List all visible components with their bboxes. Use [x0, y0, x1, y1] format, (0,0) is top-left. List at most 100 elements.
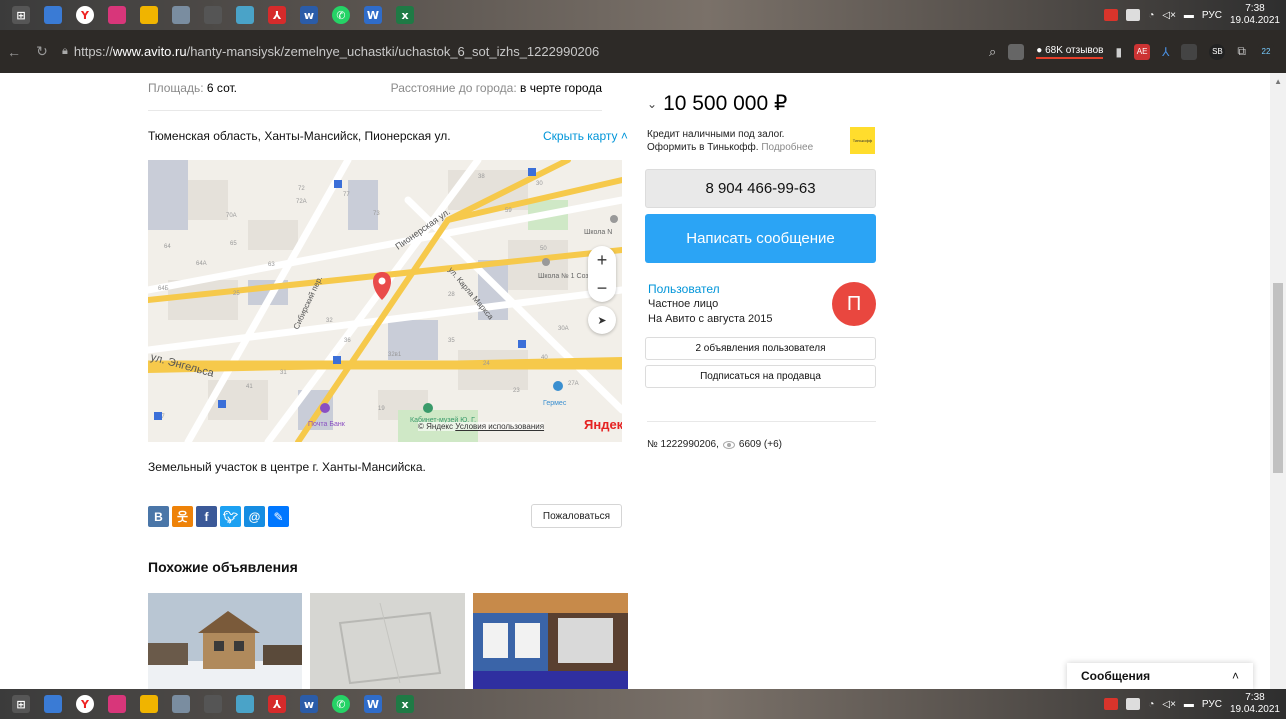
search-icon[interactable]: ⌕ [989, 44, 996, 60]
acrobat-icon[interactable]: ⅄ [268, 695, 286, 713]
ok-share-button[interactable]: 웃 [172, 506, 193, 527]
app-icon[interactable] [108, 6, 126, 24]
divider [148, 110, 602, 111]
file-explorer-icon[interactable] [140, 6, 158, 24]
whatsapp-icon[interactable]: ✆ [332, 695, 350, 713]
antivirus-icon[interactable] [1104, 9, 1119, 21]
tinkoff-logo[interactable]: Тинькофф [850, 127, 875, 154]
credit-more-link[interactable]: Подробнее [761, 142, 813, 153]
wifi-icon[interactable]: ◔ [1148, 699, 1154, 710]
desktop-icon[interactable] [44, 6, 62, 24]
lock-icon[interactable]: 🔒︎ [62, 45, 68, 58]
acrobat-icon[interactable]: ⅄ [268, 6, 286, 24]
keyboard-icon[interactable] [204, 6, 222, 24]
notepad-icon[interactable] [236, 695, 254, 713]
avatar[interactable]: П [832, 282, 876, 326]
user-ads-button[interactable]: 2 объявления пользователя [645, 337, 876, 360]
address-bar[interactable]: https://www.avito.ru/hanty-mansiysk/zeme… [74, 44, 599, 59]
keyboard-icon[interactable] [204, 695, 222, 713]
geolocation-button[interactable]: ➤ [588, 306, 616, 334]
twitter-share-button[interactable]: 🐦︎ [220, 506, 241, 527]
excel-icon[interactable]: x [396, 6, 414, 24]
complain-button[interactable]: Пожаловаться [531, 504, 622, 528]
map[interactable]: Пионерская ул. ул. Карла Маркса Сибирски… [148, 160, 622, 442]
livejournal-share-button[interactable]: ✎ [268, 506, 289, 527]
language-indicator[interactable]: РУС [1202, 699, 1222, 710]
acrobat-ext-icon[interactable]: ⅄ [1162, 45, 1169, 59]
desktop-icon[interactable] [44, 695, 62, 713]
scroll-up-icon[interactable]: ▲ [1274, 77, 1282, 86]
taskbar-icons: ⊞ Y ⅄ w ✆ W x [0, 695, 414, 713]
back-icon[interactable]: ← [0, 44, 28, 60]
excel-icon[interactable]: x [396, 695, 414, 713]
messages-panel[interactable]: Сообщения ˄ [1067, 663, 1253, 689]
start-icon[interactable]: ⊞ [12, 695, 30, 713]
paint-icon[interactable] [172, 6, 190, 24]
write-message-button[interactable]: Написать сообщение [645, 214, 876, 263]
show-phone-button[interactable]: 8 904 466-99-63 [645, 169, 876, 208]
chevron-up-icon[interactable]: ˄ [1232, 669, 1239, 683]
credit-offer[interactable]: Кредит наличными под залог. Оформить в Т… [647, 128, 813, 154]
volume-icon[interactable]: ◁× [1162, 699, 1176, 710]
distance-label: Расстояние до города: [390, 81, 517, 95]
adblock-icon[interactable]: AE [1134, 43, 1151, 60]
similar-listing-thumb[interactable] [310, 593, 465, 689]
downloads-icon[interactable]: 22 [1258, 43, 1274, 60]
system-tray: ◔ ◁× ▬ РУС 7:38 19.04.2021 [1104, 3, 1286, 27]
volume-icon[interactable]: ◁× [1162, 10, 1176, 21]
battery-icon[interactable]: ▬ [1184, 10, 1194, 21]
word-icon[interactable]: w [300, 695, 318, 713]
clock[interactable]: 7:38 19.04.2021 [1230, 3, 1280, 27]
reload-icon[interactable]: ↻ [28, 43, 56, 60]
downloads-badge: 22 [1261, 47, 1271, 56]
file-explorer-icon[interactable] [140, 695, 158, 713]
sb-ext-icon[interactable]: SB [1209, 43, 1226, 60]
address: Тюменская область, Ханты-Мансийск, Пионе… [148, 129, 451, 143]
subscribe-button[interactable]: Подписаться на продавца [645, 365, 876, 388]
similar-listing-thumb[interactable] [148, 593, 302, 689]
whatsapp-icon[interactable]: ✆ [332, 6, 350, 24]
similar-listing-thumb[interactable] [473, 593, 628, 689]
bookmark-icon[interactable]: ▮ [1115, 45, 1122, 59]
yandex-browser-icon[interactable]: Y [76, 6, 94, 24]
url-prefix: https:// [73, 44, 113, 59]
zoom-in-button[interactable]: + [597, 250, 608, 271]
map-canvas[interactable]: Пионерская ул. ул. Карла Маркса Сибирски… [148, 160, 622, 442]
notes-icon[interactable] [1126, 9, 1141, 21]
language-indicator[interactable]: РУС [1202, 10, 1222, 21]
scrollbar-thumb[interactable] [1273, 283, 1283, 473]
hide-map-link[interactable]: Скрыть карту ˄ [543, 129, 628, 143]
reviews-button[interactable]: ● 68K отзывов [1036, 45, 1104, 59]
clock[interactable]: 7:38 19.04.2021 [1230, 692, 1280, 716]
house-number: 41 [246, 384, 253, 390]
house-number: 31 [280, 370, 287, 376]
facebook-share-button[interactable]: f [196, 506, 217, 527]
clock-date: 19.04.2021 [1229, 704, 1280, 715]
extension-icon[interactable] [1008, 43, 1025, 60]
paint-icon[interactable] [172, 695, 190, 713]
house-number: 50 [540, 246, 547, 252]
chevron-down-icon[interactable]: ⌄ [647, 97, 657, 111]
antivirus-icon[interactable] [1104, 698, 1119, 710]
terms-link[interactable]: Условия использования [455, 422, 544, 431]
wifi-icon[interactable]: ◔ [1148, 10, 1154, 21]
seller-name-link[interactable]: Пользовател [648, 282, 720, 296]
notes-icon[interactable] [1126, 698, 1141, 710]
zoom-out-button[interactable]: − [597, 278, 608, 299]
collections-icon[interactable]: ⧉ [1237, 44, 1246, 59]
screenshot-ext-icon[interactable] [1181, 43, 1198, 60]
notepad-icon[interactable] [236, 6, 254, 24]
word-doc-icon[interactable]: W [364, 6, 382, 24]
yandex-browser-icon[interactable]: Y [76, 695, 94, 713]
vk-share-button[interactable]: В [148, 506, 169, 527]
scrollbar[interactable]: ▲ [1270, 73, 1286, 689]
app-icon[interactable] [108, 695, 126, 713]
mailru-share-button[interactable]: @ [244, 506, 265, 527]
house-number: 23 [513, 388, 520, 394]
yandex-logo[interactable]: Яндекс [584, 417, 622, 432]
word-icon[interactable]: w [300, 6, 318, 24]
battery-icon[interactable]: ▬ [1184, 699, 1194, 710]
word-doc-icon[interactable]: W [364, 695, 382, 713]
start-icon[interactable]: ⊞ [12, 6, 30, 24]
house-number: 36 [344, 338, 351, 344]
